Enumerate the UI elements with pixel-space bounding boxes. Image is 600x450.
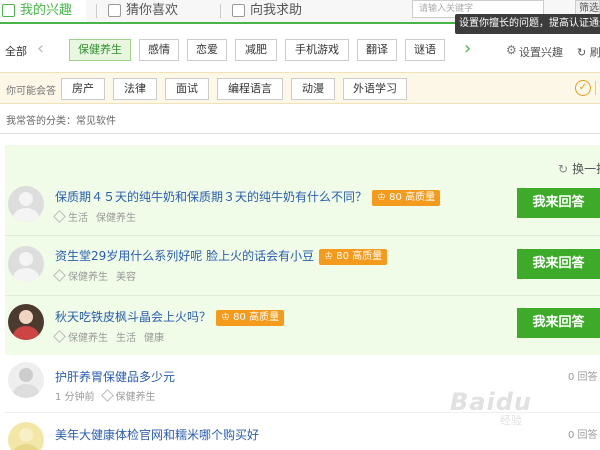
refresh-link[interactable]: ↻ 刷 — [577, 44, 600, 60]
badge-label: 80 高质量 — [389, 192, 436, 203]
tab-guess-you-like[interactable]: 猜你喜欢 — [106, 0, 216, 22]
tab-divider — [96, 4, 97, 18]
quality-badge: ♔ 80 高质量 — [372, 190, 441, 206]
settings-interest-link[interactable]: 设置兴趣 — [519, 44, 563, 60]
question-item: 资生堂29岁用什么系列好呢 脸上火的话会有小豆 ♔ 80 高质量 保健养生 美容 我… — [0, 235, 600, 295]
divider — [595, 81, 596, 95]
category-chip[interactable]: 减肥 — [235, 39, 277, 61]
maybe-label: 你可能会答 — [6, 86, 56, 97]
maybe-answer-row: 你可能会答 房产 法律 面试 编程语言 动漫 外语学习 ✓ — [0, 72, 600, 104]
question-tags: 保健养生 美容 — [53, 268, 144, 283]
category-chip[interactable]: 谜语 — [405, 39, 445, 61]
refresh-icon: ↻ — [577, 46, 587, 59]
divider — [0, 133, 600, 134]
answer-count: 0 回答 — [568, 430, 598, 441]
category-chip[interactable]: 手机游戏 — [285, 39, 349, 61]
tag-icon — [53, 330, 66, 343]
tag[interactable]: 美容 — [116, 272, 136, 283]
avatar — [8, 304, 44, 340]
check-icon[interactable]: ✓ — [575, 80, 591, 96]
category-chip[interactable]: 翻译 — [357, 39, 397, 61]
question-title[interactable]: 美年大健康体检官网和糯米哪个购买好 — [55, 426, 259, 443]
question-tags: 保健养生 生活 健康 — [53, 329, 172, 344]
trophy-icon: ♔ — [377, 192, 386, 203]
trophy-icon: ♔ — [221, 312, 230, 323]
tab-label: 我的兴趣 — [20, 3, 73, 18]
watermark-sub: 经验 — [500, 414, 522, 427]
tag-icon — [53, 269, 66, 282]
tag[interactable]: 保健养生 — [68, 272, 108, 283]
gear-icon: ⚙ — [506, 43, 517, 57]
avatar — [8, 246, 44, 282]
post-time: 1 分钟前 — [55, 392, 95, 403]
chevron-left-icon[interactable]: ‹ — [37, 38, 44, 59]
refresh-label: 刷 — [589, 46, 600, 59]
question-title[interactable]: 资生堂29岁用什么系列好呢 脸上火的话会有小豆 — [55, 249, 314, 263]
maybe-chip[interactable]: 面试 — [165, 78, 209, 100]
quality-badge: ♔ 80 高质量 — [319, 249, 388, 265]
avatar — [8, 422, 44, 450]
tooltip: 设置你擅长的问题，提高认证通过 — [455, 14, 600, 34]
tab-divider — [220, 4, 221, 18]
category-all[interactable]: 全部 — [5, 43, 27, 59]
answer-button[interactable]: 我来回答 — [517, 188, 600, 218]
maybe-chip[interactable]: 外语学习 — [343, 78, 407, 100]
question-title[interactable]: 秋天吃铁皮枫斗晶会上火吗？ — [55, 310, 211, 324]
quality-badge: ♔ 80 高质量 — [216, 310, 285, 326]
maybe-chip[interactable]: 编程语言 — [217, 78, 283, 100]
tag[interactable]: 保健养生 — [116, 392, 156, 403]
heart-icon — [108, 4, 121, 17]
answer-button[interactable]: 我来回答 — [517, 249, 600, 279]
tag[interactable]: 生活 — [116, 333, 136, 344]
tag[interactable]: 保健养生 — [68, 333, 108, 344]
question-title[interactable]: 护肝养胃保健品多少元 — [55, 368, 175, 385]
question-item: 秋天吃铁皮枫斗晶会上火吗？ ♔ 80 高质量 保健养生 生活 健康 我来回答 — [0, 295, 600, 355]
category-chip[interactable]: 感情 — [139, 39, 179, 61]
category-chip[interactable]: 恋爱 — [187, 39, 227, 61]
tab-ask-me[interactable]: 向我求助 — [230, 0, 340, 22]
interest-icon — [2, 4, 15, 17]
avatar — [8, 362, 44, 398]
question-title-row: 资生堂29岁用什么系列好呢 脸上火的话会有小豆 ♔ 80 高质量 — [55, 247, 388, 265]
tag[interactable]: 健康 — [144, 333, 164, 344]
tag[interactable]: 保健养生 — [96, 213, 136, 224]
question-tags: 生活 保健养生 — [53, 209, 144, 224]
tab-label: 向我求助 — [250, 3, 303, 18]
category-chip[interactable]: 保健养生 — [69, 39, 131, 61]
chevron-right-icon[interactable]: › — [464, 38, 471, 59]
maybe-chip[interactable]: 法律 — [113, 78, 157, 100]
refresh-icon: ↻ — [558, 162, 569, 176]
trophy-icon: ♔ — [324, 251, 334, 262]
help-icon — [232, 4, 245, 17]
avatar — [8, 186, 44, 222]
question-title[interactable]: 保质期４５天的纯牛奶和保质期３天的纯牛奶有什么不同？ — [55, 190, 367, 204]
tag-icon — [53, 210, 66, 223]
answer-button[interactable]: 我来回答 — [517, 308, 600, 338]
tag[interactable]: 生活 — [68, 213, 88, 224]
maybe-chip[interactable]: 房产 — [61, 78, 105, 100]
answer-count: 0 回答 — [568, 372, 598, 383]
common-category-line: 我常答的分类：常见软件 — [6, 116, 116, 127]
question-item: 保质期４５天的纯牛奶和保质期３天的纯牛奶有什么不同？ ♔ 80 高质量 生活 保健养… — [0, 175, 600, 235]
question-meta: 1 分钟前 保健养生 — [55, 388, 164, 403]
question-title-row: 保质期４５天的纯牛奶和保质期３天的纯牛奶有什么不同？ ♔ 80 高质量 — [55, 188, 441, 206]
category-row: 全部 ‹ 保健养生 感情 恋爱 减肥 手机游戏 翻译 谜语 › ⚙ 设置兴趣 ↻… — [0, 36, 600, 64]
tab-my-interests[interactable]: 我的兴趣 — [0, 0, 86, 22]
maybe-chip[interactable]: 动漫 — [291, 78, 335, 100]
tab-label: 猜你喜欢 — [126, 3, 179, 18]
badge-label: 80 高质量 — [233, 312, 280, 323]
question-title-row: 秋天吃铁皮枫斗晶会上火吗？ ♔ 80 高质量 — [55, 308, 285, 326]
tag-icon — [100, 389, 114, 402]
badge-label: 80 高质量 — [336, 251, 383, 262]
swap-label: 换一批 — [572, 162, 600, 176]
baidu-watermark: Baidu 经验 — [450, 388, 570, 428]
